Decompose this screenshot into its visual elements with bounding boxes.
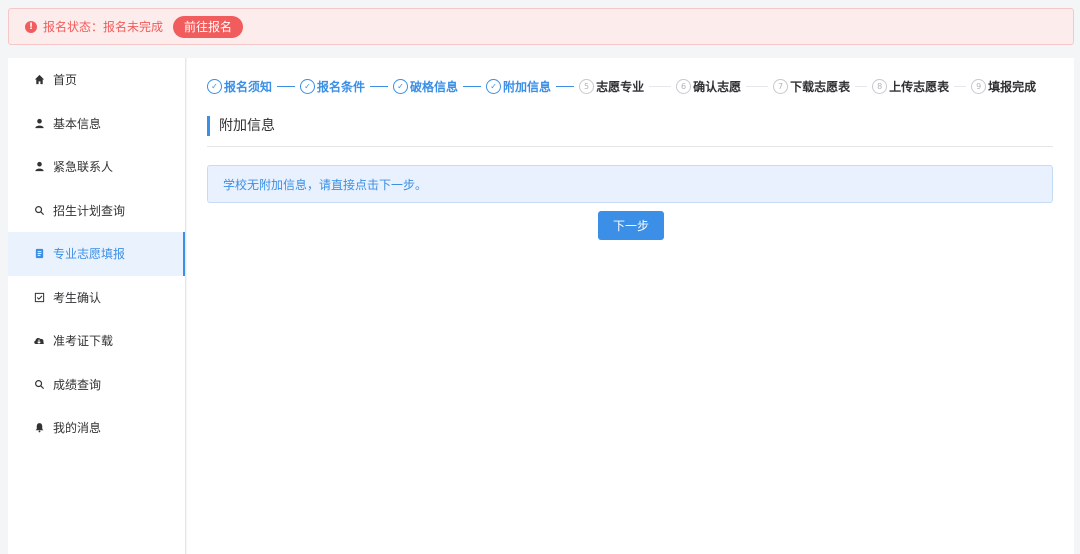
step-confirm-choice: 6 确认志愿 (676, 78, 741, 95)
step-additional-info[interactable]: ✓ 附加信息 (486, 78, 551, 95)
user-icon (32, 161, 46, 172)
sidebar-item-major-application[interactable]: 专业志愿填报 (8, 232, 185, 276)
sidebar-item-label: 首页 (53, 73, 78, 88)
section-title: 附加信息 (207, 116, 275, 136)
step-upload-form: 8 上传志愿表 (872, 78, 949, 95)
step-label: 志愿专业 (596, 79, 645, 94)
step-conditions[interactable]: ✓ 报名条件 (300, 78, 365, 95)
go-register-button[interactable]: 前往报名 (173, 15, 244, 38)
info-message-text: 学校无附加信息，请直接点击下一步。 (223, 177, 428, 192)
progress-steps: ✓ 报名须知 ✓ 报名条件 ✓ 破格信息 ✓ 附加信息 5 志愿专业 6 确认志… (207, 76, 1036, 96)
check-circle-icon: ✓ (300, 78, 316, 94)
sidebar-menu: 首页 基本信息 紧急联系人 招生计划查询 专业志愿填报 考生确认 准考证下载 成… (8, 58, 186, 554)
registration-status-alert: ! 报名状态：报名未完成 前往报名 (8, 8, 1074, 45)
sidebar-item-label: 专业志愿填报 (53, 247, 126, 262)
step-label: 附加信息 (503, 79, 552, 94)
step-connector (556, 85, 575, 87)
step-number: 5 (579, 78, 595, 94)
sidebar-item-score-query[interactable]: 成绩查询 (8, 363, 185, 407)
step-connector (463, 85, 482, 87)
step-connector (649, 85, 672, 87)
step-label: 填报完成 (988, 79, 1037, 94)
step-major-choice: 5 志愿专业 (579, 78, 644, 95)
step-notice[interactable]: ✓ 报名须知 (207, 78, 272, 95)
sidebar-item-label: 紧急联系人 (53, 160, 114, 175)
sidebar-item-label: 基本信息 (53, 116, 102, 131)
step-number: 7 (773, 78, 789, 94)
step-label: 确认志愿 (693, 79, 742, 94)
sidebar-item-label: 招生计划查询 (53, 203, 126, 218)
user-icon (32, 118, 46, 129)
step-connector (746, 85, 769, 87)
step-label: 破格信息 (410, 79, 459, 94)
sidebar-item-emergency-contact[interactable]: 紧急联系人 (8, 145, 185, 189)
step-exceptional-info[interactable]: ✓ 破格信息 (393, 78, 458, 95)
check-circle-icon: ✓ (393, 78, 409, 94)
registration-status-text: 报名状态：报名未完成 (43, 20, 164, 34)
step-connector (277, 85, 296, 87)
step-number: 8 (872, 78, 888, 94)
info-message: 学校无附加信息，请直接点击下一步。 (207, 165, 1053, 203)
step-label: 上传志愿表 (889, 79, 950, 94)
bell-icon (32, 422, 46, 433)
section-divider (207, 146, 1053, 147)
search-icon (32, 205, 46, 216)
check-circle-icon: ✓ (486, 78, 502, 94)
step-label: 报名条件 (317, 79, 366, 94)
sidebar-item-candidate-confirm[interactable]: 考生确认 (8, 276, 185, 320)
sidebar-item-enrollment-plan[interactable]: 招生计划查询 (8, 189, 185, 233)
sidebar-item-label: 准考证下载 (53, 334, 114, 349)
step-complete: 9 填报完成 (971, 78, 1036, 95)
sidebar-item-my-messages[interactable]: 我的消息 (8, 406, 185, 450)
sidebar-item-label: 我的消息 (53, 421, 102, 436)
check-circle-icon: ✓ (207, 78, 222, 94)
sidebar-item-admission-ticket[interactable]: 准考证下载 (8, 319, 185, 363)
cloud-download-icon (32, 335, 46, 346)
checkbox-icon (32, 292, 46, 303)
sidebar-item-label: 成绩查询 (53, 377, 102, 392)
search-icon (32, 379, 46, 390)
document-icon (32, 248, 46, 259)
step-label: 下载志愿表 (790, 79, 851, 94)
sidebar-item-label: 考生确认 (53, 290, 102, 305)
alert-circle-icon: ! (25, 20, 37, 33)
next-step-button[interactable]: 下一步 (598, 211, 664, 240)
step-connector (954, 85, 967, 87)
step-label: 报名须知 (224, 79, 273, 94)
step-connector (370, 85, 389, 87)
step-download-form: 7 下载志愿表 (773, 78, 850, 95)
sidebar-item-basic-info[interactable]: 基本信息 (8, 102, 185, 146)
step-number: 6 (676, 78, 692, 94)
step-connector (855, 85, 868, 87)
main-content: ✓ 报名须知 ✓ 报名条件 ✓ 破格信息 ✓ 附加信息 5 志愿专业 6 确认志… (187, 58, 1074, 554)
home-icon (32, 74, 46, 85)
step-number: 9 (971, 78, 987, 94)
sidebar-item-home[interactable]: 首页 (8, 58, 185, 102)
